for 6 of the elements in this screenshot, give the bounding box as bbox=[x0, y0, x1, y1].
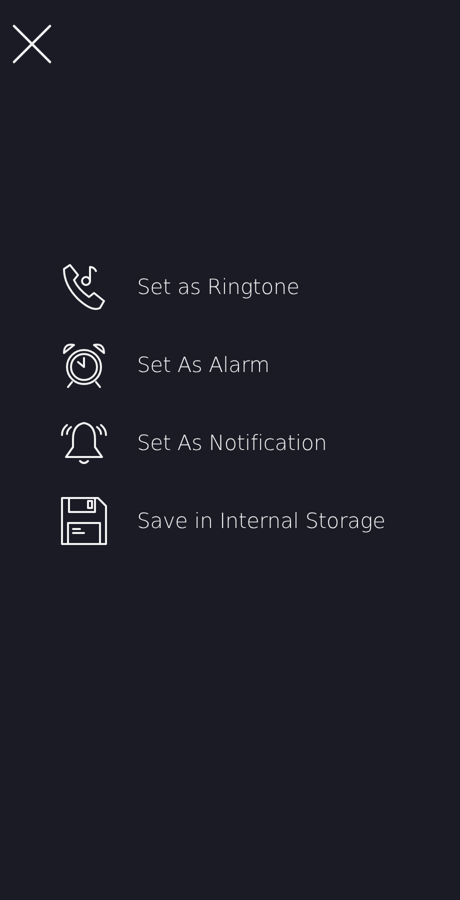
action-item[interactable]: Set As Notification bbox=[137, 431, 327, 455]
close-icon bbox=[12, 24, 52, 64]
action-item[interactable]: Save in Internal Storage bbox=[137, 509, 386, 533]
close-button[interactable] bbox=[10, 22, 54, 66]
action-item[interactable]: Set as Ringtone bbox=[137, 275, 300, 299]
action-item[interactable]: Set As Alarm bbox=[137, 353, 270, 377]
